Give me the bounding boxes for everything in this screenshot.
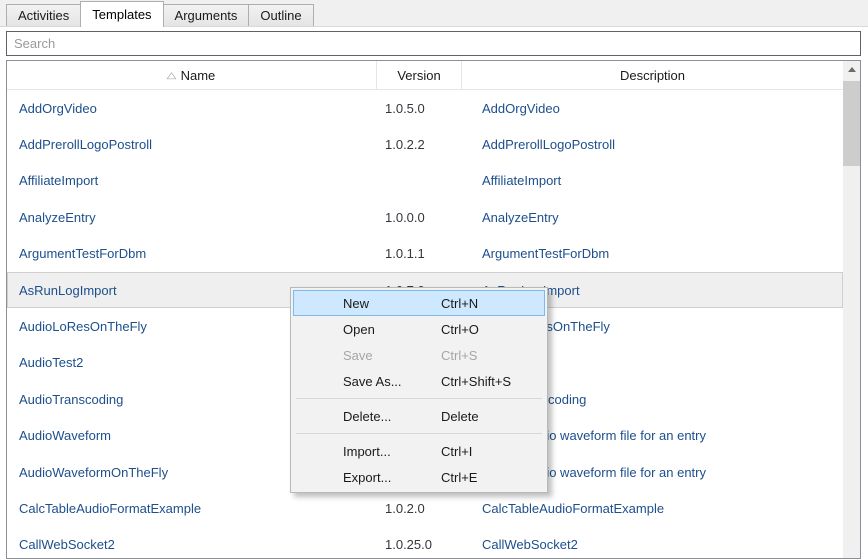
table-row[interactable]: CallWebSocket2 1.0.25.0 CallWebSocket2 [7,527,843,558]
table-row[interactable]: AffiliateImport AffiliateImport [7,163,843,199]
cell-name: CallWebSocket2 [7,537,377,552]
menu-item-label: Import... [343,444,391,459]
menu-item-label: New [343,296,369,311]
cell-description: AddPrerollLogoPostroll [462,137,843,152]
cell-version: 1.0.2.0 [377,501,462,516]
menu-item[interactable]: Delete... Delete [293,403,545,429]
cell-description: CallWebSocket2 [462,537,843,552]
table-row[interactable]: CalcTableAudioFormatExample 1.0.2.0 Calc… [7,490,843,526]
cell-name: AffiliateImport [7,173,377,188]
menu-item[interactable]: New Ctrl+N [293,290,545,316]
menu-item-label: Save [343,348,373,363]
column-header-name-label: Name [181,68,216,83]
scroll-up-button[interactable] [843,61,860,78]
tab-activities[interactable]: Activities [6,4,81,26]
menu-item-label: Open [343,322,375,337]
cell-description: CalcTableAudioFormatExample [462,501,843,516]
vertical-scrollbar[interactable] [843,61,860,558]
cell-name: AnalyzeEntry [7,210,377,225]
cell-name: ArgumentTestForDbm [7,246,377,261]
menu-item-shortcut: Delete [441,409,479,424]
menu-item-label: Export... [343,470,391,485]
table-row[interactable]: AddOrgVideo 1.0.5.0 AddOrgVideo [7,90,843,126]
tab-strip: Activities Templates Arguments Outline [0,0,868,27]
menu-item-label: Save As... [343,374,402,389]
column-header-description-label: Description [620,68,685,83]
table-row[interactable]: AnalyzeEntry 1.0.0.0 AnalyzeEntry [7,199,843,235]
menu-separator [296,433,542,434]
cell-description: ArgumentTestForDbm [462,246,843,261]
menu-item-shortcut: Ctrl+S [441,348,477,363]
tab-arguments[interactable]: Arguments [163,4,250,26]
context-menu: New Ctrl+N Open Ctrl+O Save Ctrl+S Save … [290,287,548,493]
menu-item-shortcut: Ctrl+I [441,444,472,459]
cell-version: 1.0.0.0 [377,210,462,225]
column-header-description[interactable]: Description [462,61,843,89]
sort-ascending-icon: △ [166,71,176,80]
table-row[interactable]: AddPrerollLogoPostroll 1.0.2.2 AddPrerol… [7,126,843,162]
table-header: △ Name Version Description [7,61,843,90]
scroll-up-icon [848,67,856,72]
column-header-version[interactable]: Version [377,61,462,89]
column-header-version-label: Version [397,68,440,83]
menu-item[interactable]: Open Ctrl+O [293,316,545,342]
cell-description: AnalyzeEntry [462,210,843,225]
menu-item-shortcut: Ctrl+E [441,470,477,485]
menu-item-shortcut: Ctrl+N [441,296,478,311]
menu-item[interactable]: Save As... Ctrl+Shift+S [293,368,545,394]
search-box [6,31,861,56]
menu-item-label: Delete... [343,409,391,424]
menu-separator [296,398,542,399]
cell-version: 1.0.5.0 [377,101,462,116]
cell-name: CalcTableAudioFormatExample [7,501,377,516]
tab-outline[interactable]: Outline [248,4,313,26]
search-input[interactable] [6,31,861,56]
cell-name: AddPrerollLogoPostroll [7,137,377,152]
cell-version: 1.0.25.0 [377,537,462,552]
tab-templates[interactable]: Templates [80,1,163,27]
scrollbar-thumb[interactable] [843,81,860,166]
menu-item-shortcut: Ctrl+O [441,322,479,337]
column-header-name[interactable]: △ Name [7,61,377,89]
menu-item[interactable]: Import... Ctrl+I [293,438,545,464]
table-row[interactable]: ArgumentTestForDbm 1.0.1.1 ArgumentTestF… [7,236,843,272]
cell-description: AddOrgVideo [462,101,843,116]
cell-description: AffiliateImport [462,173,843,188]
menu-item-shortcut: Ctrl+Shift+S [441,374,511,389]
menu-item[interactable]: Export... Ctrl+E [293,464,545,490]
menu-item[interactable]: Save Ctrl+S [293,342,545,368]
cell-version: 1.0.1.1 [377,246,462,261]
cell-name: AddOrgVideo [7,101,377,116]
cell-version: 1.0.2.2 [377,137,462,152]
